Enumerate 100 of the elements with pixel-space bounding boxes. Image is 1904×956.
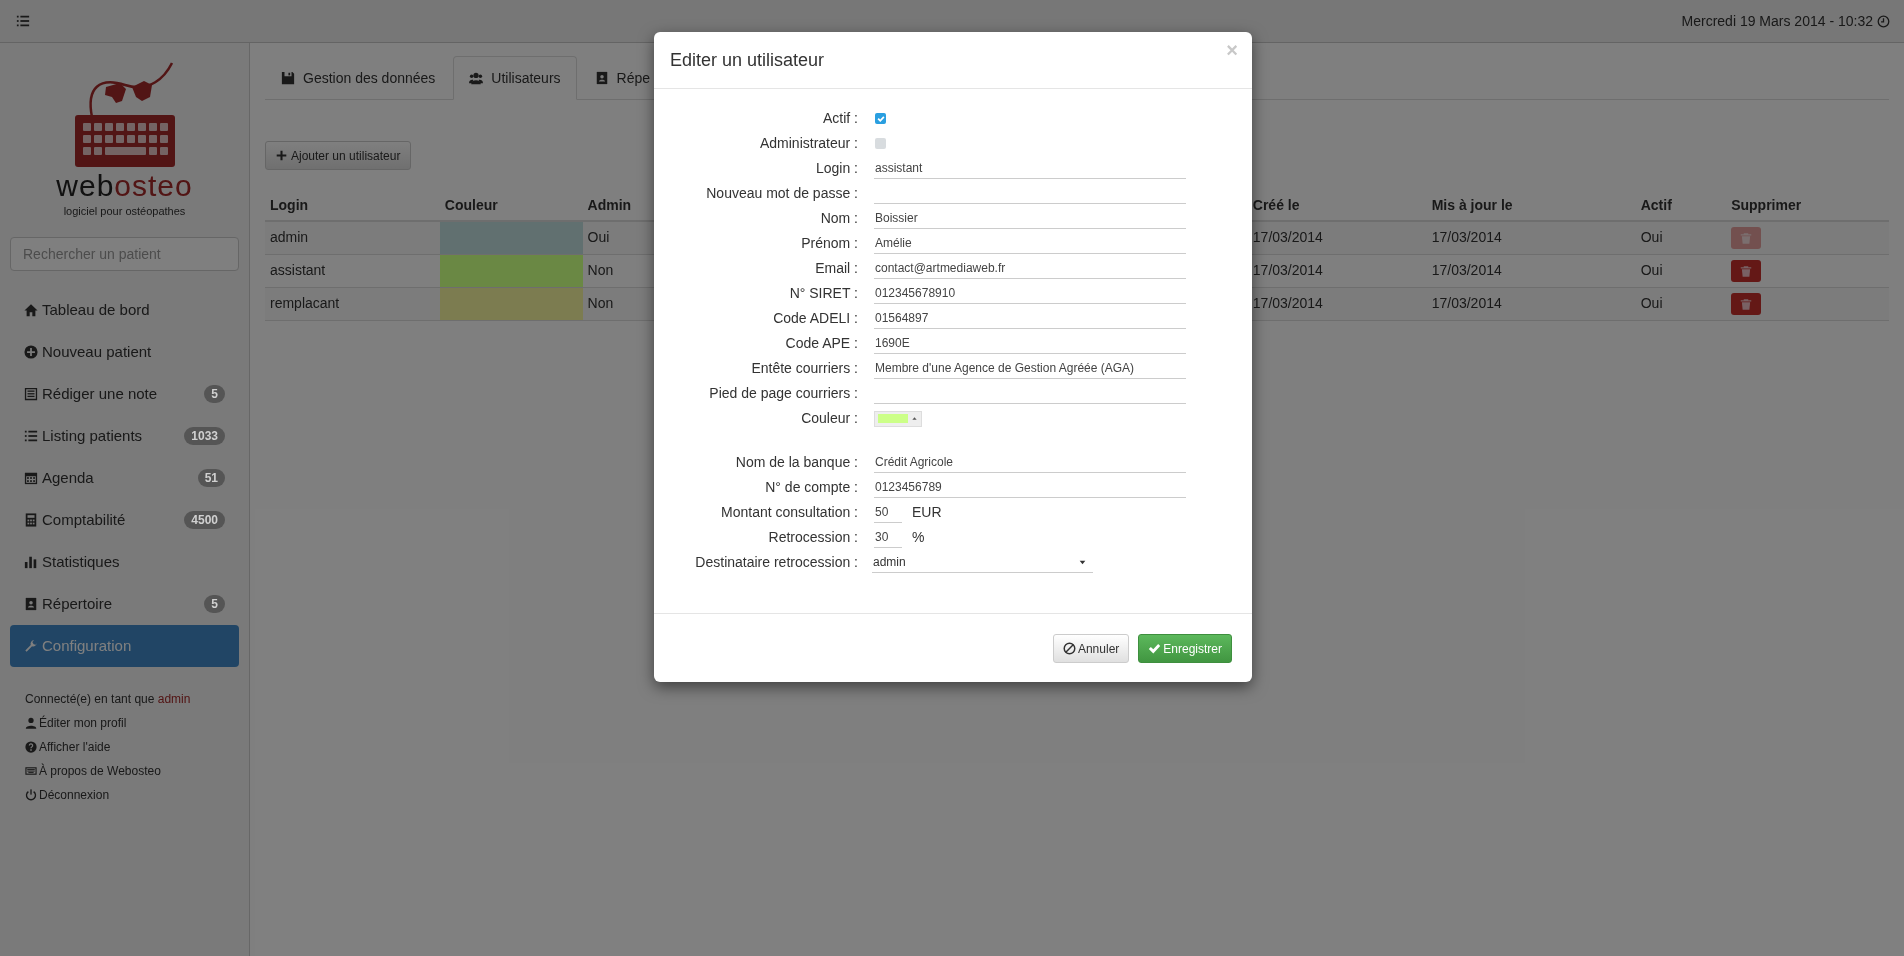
tagline: logiciel pour ostéopathes xyxy=(63,204,186,219)
table-cell: Oui xyxy=(1640,262,1663,278)
menu-icon xyxy=(16,14,30,28)
sidebar-link[interactable]: À propos de Webosteo xyxy=(39,759,161,783)
logged-in-text: Connecté(e) en tant que admin xyxy=(25,691,192,708)
field-label: Code ADELI : xyxy=(772,309,859,328)
keyboard-icon xyxy=(25,765,37,777)
table-cell: Oui xyxy=(587,229,610,246)
table-cell: remplacant xyxy=(270,295,340,311)
trash-icon xyxy=(1740,297,1753,310)
home-icon xyxy=(24,303,38,317)
column-header: Login xyxy=(270,196,309,213)
column-header: Couleur xyxy=(444,196,498,213)
text-field[interactable]: 012345678910 xyxy=(874,283,1186,304)
contact-book-icon xyxy=(24,597,38,611)
table-cell: 17/03/2014 xyxy=(1431,229,1502,246)
sidebar-link[interactable]: Déconnexion xyxy=(39,783,110,807)
field-label: Actif : xyxy=(822,109,859,128)
caret-up-icon xyxy=(911,415,918,422)
field-label: Entête courriers : xyxy=(750,359,859,378)
field-label: Administrateur : xyxy=(758,134,859,153)
text-field[interactable]: Membre d'une Agence de Gestion Agréée (AGA) xyxy=(874,358,1186,379)
field-label: N° SIRET : xyxy=(788,284,859,303)
unit-label: EUR xyxy=(912,503,942,522)
power-icon xyxy=(25,789,37,801)
text-field[interactable]: 1690E xyxy=(874,333,1186,354)
check-icon xyxy=(1148,642,1162,655)
sidebar-link[interactable]: Éditer mon profil xyxy=(39,711,127,735)
field-label: Destinataire retrocession : xyxy=(694,553,859,572)
field-label: Login : xyxy=(814,159,859,178)
trash-icon xyxy=(1740,264,1753,277)
nav-item[interactable]: Listing patients 1033 xyxy=(10,415,239,457)
field-label: Code APE : xyxy=(784,334,859,353)
text-field[interactable]: Boissier xyxy=(874,208,1186,229)
count-badge: 5 xyxy=(204,385,225,403)
nav-item[interactable]: Configuration xyxy=(10,625,239,667)
delete-button[interactable] xyxy=(1731,292,1762,315)
count-badge: 51 xyxy=(197,469,225,487)
cancel-button[interactable]: Annuler xyxy=(1052,634,1130,663)
trash-icon xyxy=(1740,231,1753,244)
list-icon xyxy=(24,429,38,443)
count-badge: 4500 xyxy=(184,511,225,529)
field-label: N° de compte : xyxy=(764,478,859,497)
nav-item[interactable]: Statistiques xyxy=(10,541,239,583)
field-label: Nom : xyxy=(819,209,859,228)
tab[interactable]: Utilisateurs xyxy=(453,56,577,100)
contact-book-icon xyxy=(594,71,609,85)
text-field[interactable]: 0123456789 xyxy=(874,477,1186,498)
ban-icon xyxy=(1062,642,1076,655)
text-field[interactable]: contact@artmediaweb.fr xyxy=(874,258,1186,279)
nav-item[interactable]: Rédiger une note 5 xyxy=(10,373,239,415)
table-cell: 17/03/2014 xyxy=(1431,262,1502,278)
add-user-button[interactable]: Ajouter un utilisateur xyxy=(265,141,412,170)
unit-label: % xyxy=(912,528,925,547)
calculator-icon xyxy=(24,513,38,527)
tab[interactable]: Répe xyxy=(578,56,667,100)
tab[interactable]: Gestion des données xyxy=(265,56,452,100)
select-field[interactable]: admin xyxy=(872,552,1093,573)
save-button[interactable]: Enregistrer xyxy=(1138,634,1232,663)
text-field[interactable]: Crédit Agricole xyxy=(874,452,1186,473)
delete-button[interactable] xyxy=(1731,259,1762,282)
column-header: Mis à jour le xyxy=(1431,196,1513,213)
checkbox[interactable] xyxy=(875,138,886,149)
sidebar-link[interactable]: Afficher l'aide xyxy=(39,735,111,759)
nav-item[interactable]: Tableau de bord xyxy=(10,289,239,331)
nav-item[interactable]: Nouveau patient xyxy=(10,331,239,373)
table-cell: admin xyxy=(270,229,309,246)
number-field[interactable]: 50 xyxy=(874,502,902,523)
column-header: Admin xyxy=(587,196,632,213)
number-field[interactable]: 30 xyxy=(874,527,902,548)
column-header: Actif xyxy=(1640,196,1672,213)
logo-text: webosteo xyxy=(56,169,193,203)
text-field[interactable]: 01564897 xyxy=(874,308,1186,329)
nav-item[interactable]: Comptabilité 4500 xyxy=(10,499,239,541)
bar-chart-icon xyxy=(24,555,38,569)
nav-item[interactable]: Agenda 51 xyxy=(10,457,239,499)
color-picker[interactable] xyxy=(874,410,922,427)
nav-item[interactable]: Répertoire 5 xyxy=(10,583,239,625)
text-field[interactable]: Amélie xyxy=(874,233,1186,254)
field-label: Pied de page courriers : xyxy=(708,384,859,403)
calendar-icon xyxy=(24,471,38,485)
count-badge: 1033 xyxy=(184,427,225,445)
wrench-icon xyxy=(24,639,38,653)
table-cell: Oui xyxy=(1640,295,1663,311)
text-field[interactable]: assistant xyxy=(874,158,1186,179)
date-time: Mercredi 19 Mars 2014 - 10:32 xyxy=(1681,11,1873,31)
field-label: Retrocession : xyxy=(767,528,859,547)
field-label: Montant consultation : xyxy=(720,503,859,522)
column-header: Créé le xyxy=(1252,196,1300,213)
checkbox[interactable] xyxy=(875,113,886,124)
menu-button[interactable] xyxy=(16,14,30,28)
user-link[interactable]: admin xyxy=(157,692,191,706)
field-label: Prénom : xyxy=(800,234,859,253)
plus-circle-icon xyxy=(24,345,38,359)
user-icon xyxy=(25,717,37,729)
note-icon xyxy=(24,387,38,401)
field-label: Couleur : xyxy=(800,409,859,428)
table-cell: 17/03/2014 xyxy=(1252,295,1323,311)
clock-icon xyxy=(1877,14,1890,28)
table-cell: Non xyxy=(587,295,614,311)
